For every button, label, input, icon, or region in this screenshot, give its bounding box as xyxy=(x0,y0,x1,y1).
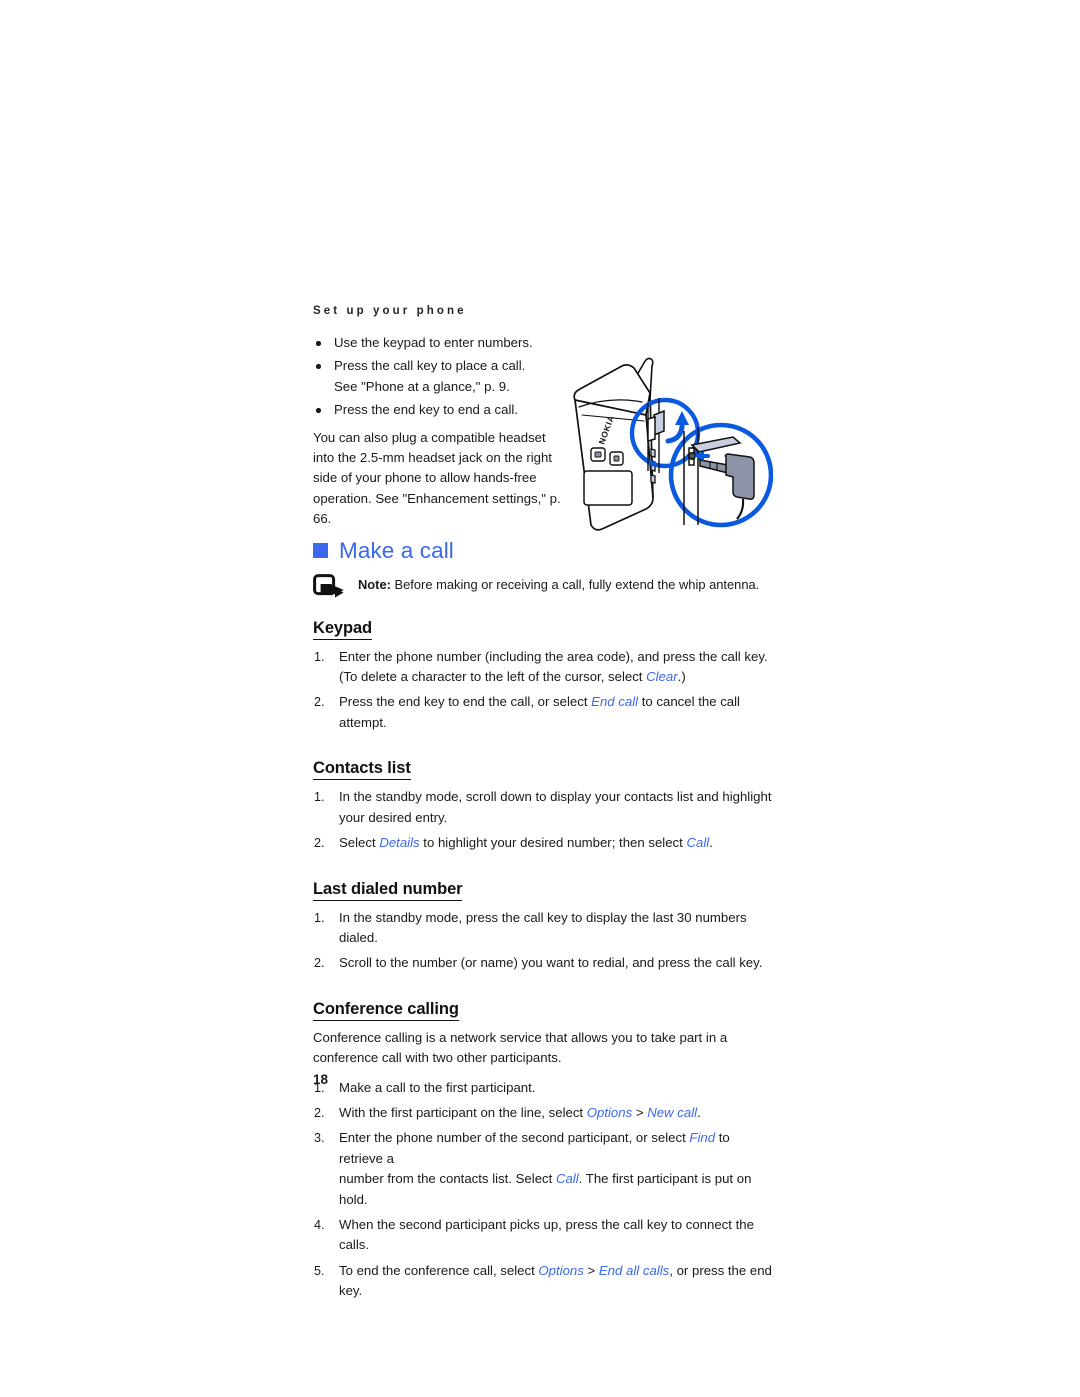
step-list: In the standby mode, press the call key … xyxy=(313,908,773,975)
step-text: In the standby mode, press the call key … xyxy=(339,909,747,945)
section-heading-last-dialed-number: Last dialed number xyxy=(313,880,463,901)
bullet-text: Use the keypad to enter numbers. xyxy=(334,335,533,350)
ui-term: Find xyxy=(689,1130,716,1146)
step-text: to highlight your desired number; then s… xyxy=(419,835,687,851)
section-heading-contacts-list: Contacts list xyxy=(313,759,411,781)
step-item: To end the conference call, select Optio… xyxy=(313,1261,773,1302)
step-text: (To delete a character to the left of th… xyxy=(339,669,647,685)
phone-headset-jack-illustration: NOKIA xyxy=(558,353,773,535)
ui-term: End call xyxy=(591,694,639,710)
ui-term: Options xyxy=(586,1104,633,1120)
step-line: Press the end key to end the call, or se… xyxy=(339,694,740,729)
step-item: Select Details to highlight your desired… xyxy=(313,833,773,854)
step-list: Make a call to the first participant. Wit… xyxy=(313,1078,773,1302)
running-header: Set up your phone xyxy=(313,305,467,317)
step-text: .) xyxy=(677,669,686,685)
step-text: Scroll to the number (or name) you want … xyxy=(339,955,763,971)
ui-term: Call xyxy=(555,1171,579,1187)
step-line: Select Details to highlight your desired… xyxy=(339,835,713,850)
note-text: Note: Before making or receiving a call,… xyxy=(346,574,759,594)
chapter-heading: Make a call xyxy=(313,538,773,564)
note-arrow-icon xyxy=(313,573,346,598)
step-text: Enter the phone number (including the ar… xyxy=(339,648,768,664)
step-item: With the first participant on the line, … xyxy=(313,1103,773,1124)
step-item: Press the end key to end the call, or se… xyxy=(313,692,773,733)
step-text: Select xyxy=(339,835,380,851)
step-line: In the standby mode, scroll down to disp… xyxy=(339,789,772,804)
section-contacts-list: Contacts list In the standby mode, scroll… xyxy=(313,738,773,854)
intro-paragraph: You can also plug a compatible headset i… xyxy=(313,429,561,527)
section-keypad: Keypad Enter the phone number (including … xyxy=(313,598,773,734)
step-line: To end the conference call, select Optio… xyxy=(339,1263,772,1298)
step-item: Enter the phone number of the second par… xyxy=(313,1128,773,1210)
step-item: In the standby mode, press the call key … xyxy=(313,908,773,949)
intro-bullet-item: Press the call key to place a call. See "… xyxy=(313,356,563,397)
step-item: In the standby mode, scroll down to disp… xyxy=(313,787,773,828)
step-text: . xyxy=(709,835,713,851)
step-line: Enter the phone number (including the ar… xyxy=(339,649,768,664)
step-text: number from the contacts list. Select xyxy=(339,1171,556,1187)
step-item: Make a call to the first participant. xyxy=(313,1078,773,1099)
intro-block: Use the keypad to enter numbers. Press th… xyxy=(313,333,773,531)
step-text: > xyxy=(632,1104,648,1120)
step-subline: (To delete a character to the left of th… xyxy=(339,667,773,687)
step-text: . xyxy=(697,1104,701,1120)
page-number: 18 xyxy=(313,1072,329,1087)
step-text: To end the conference call, select xyxy=(339,1262,539,1278)
step-item: When the second participant picks up, pr… xyxy=(313,1215,773,1256)
step-subline: number from the contacts list. Select Ca… xyxy=(339,1169,773,1210)
step-line: When the second participant picks up, pr… xyxy=(339,1217,754,1252)
step-text: Make a call to the first participant. xyxy=(339,1079,536,1095)
sections-container: Keypad Enter the phone number (including … xyxy=(313,598,773,1302)
ui-term: Clear xyxy=(646,669,678,685)
document-page: Set up your phone Use the keypad to ente… xyxy=(0,0,1080,1397)
step-text: In the standby mode, scroll down to disp… xyxy=(339,789,772,805)
step-subline: your desired entry. xyxy=(339,808,773,828)
ui-term: End all calls xyxy=(598,1262,670,1278)
intro-text-column: Use the keypad to enter numbers. Press th… xyxy=(313,333,563,530)
step-line: Scroll to the number (or name) you want … xyxy=(339,955,762,970)
step-text: Enter the phone number of the second par… xyxy=(339,1130,690,1146)
intro-bullet-item: Press the end key to end a call. xyxy=(313,400,563,420)
intro-bullet-list: Use the keypad to enter numbers. Press th… xyxy=(313,333,563,421)
step-line: In the standby mode, press the call key … xyxy=(339,910,747,945)
section-intro-paragraph: Conference calling is a network service … xyxy=(313,1029,728,1066)
step-text: your desired entry. xyxy=(339,809,448,825)
intro-bullet-item: Use the keypad to enter numbers. xyxy=(313,333,563,353)
step-text: Press the end key to end the call, or se… xyxy=(339,694,592,710)
ui-term: Details xyxy=(379,835,420,851)
step-list: In the standby mode, scroll down to disp… xyxy=(313,787,773,854)
step-line: Enter the phone number of the second par… xyxy=(339,1130,730,1165)
note-callout: Note: Before making or receiving a call,… xyxy=(313,573,773,598)
bullet-text: Press the call key to place a call. xyxy=(334,358,526,374)
ui-term: Call xyxy=(686,835,710,851)
step-text: When the second participant picks up, pr… xyxy=(339,1216,754,1253)
chapter-title: Make a call xyxy=(339,537,454,563)
section-conference-calling: Conference calling Conference calling is … xyxy=(313,979,773,1302)
step-list: Enter the phone number (including the ar… xyxy=(313,647,773,734)
ui-term: Options xyxy=(538,1262,584,1278)
section-heading-conference-calling: Conference calling xyxy=(313,1000,459,1021)
section-last-dialed-number: Last dialed number In the standby mode, p… xyxy=(313,859,773,974)
note-body: Before making or receiving a call, fully… xyxy=(390,576,760,592)
note-label: Note: xyxy=(358,576,391,592)
step-line: Make a call to the first participant. xyxy=(339,1080,535,1095)
page-content: Set up your phone Use the keypad to ente… xyxy=(313,305,773,1307)
filled-square-icon xyxy=(313,543,328,559)
bullet-subline: See "Phone at a glance," p. 9. xyxy=(334,378,510,394)
step-line: With the first participant on the line, … xyxy=(339,1105,701,1120)
step-item: Scroll to the number (or name) you want … xyxy=(313,953,773,974)
step-item: Enter the phone number (including the ar… xyxy=(313,647,773,688)
section-heading-keypad: Keypad xyxy=(313,619,372,640)
step-text: > xyxy=(583,1262,599,1278)
step-text: With the first participant on the line, … xyxy=(339,1104,587,1120)
ui-term: New call xyxy=(647,1104,698,1120)
bullet-text: Press the end key to end a call. xyxy=(334,402,519,418)
